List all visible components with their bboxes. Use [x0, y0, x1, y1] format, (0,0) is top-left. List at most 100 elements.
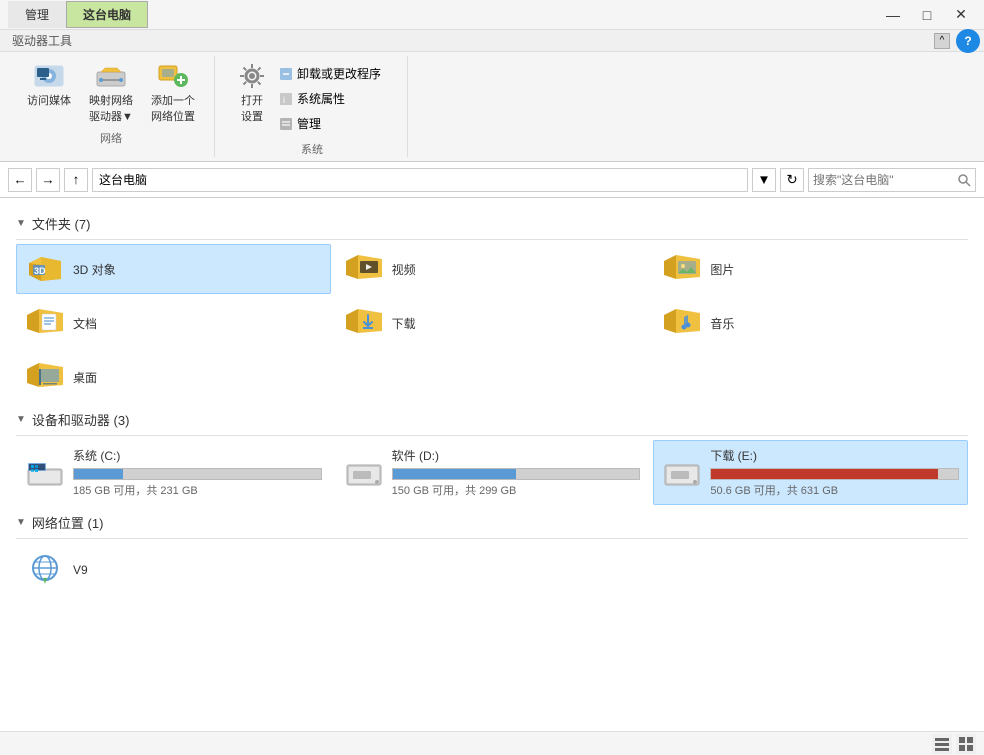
- open-settings-label: 打开设置: [241, 92, 263, 124]
- tab-manage[interactable]: 管理: [8, 1, 66, 28]
- folder-item-pictures[interactable]: 图片: [653, 244, 968, 294]
- address-input[interactable]: [92, 168, 748, 192]
- folder-name-3d: 3D 对象: [73, 261, 116, 278]
- system-group-content: 打开设置 卸载或更改程序 i 系统属性 管理: [229, 56, 395, 139]
- folders-divider: [16, 239, 968, 240]
- drive-size-e: 50.6 GB 可用，共 631 GB: [710, 482, 959, 498]
- address-dropdown-button[interactable]: ▼: [752, 168, 776, 192]
- folder-item-video[interactable]: 视频: [335, 244, 650, 294]
- drive-item-d[interactable]: 软件 (D:) 150 GB 可用，共 299 GB: [335, 440, 650, 505]
- uninstall-icon: [279, 67, 293, 81]
- media-icon: [33, 60, 65, 92]
- ribbon: 访问媒体 映射网络驱动器▼: [0, 52, 984, 162]
- system-group-label: 系统: [301, 141, 323, 157]
- drive-bar-c: [73, 468, 322, 480]
- system-right-buttons: 卸载或更改程序 i 系统属性 管理: [272, 62, 388, 135]
- drive-item-e[interactable]: 下载 (E:) 50.6 GB 可用，共 631 GB: [653, 440, 968, 505]
- network-header-label: 网络位置 (1): [32, 513, 104, 532]
- drives-arrow[interactable]: ▼: [16, 414, 26, 425]
- close-button[interactable]: ✕: [946, 5, 976, 25]
- drive-bar-e: [710, 468, 959, 480]
- svg-text:i: i: [283, 95, 285, 105]
- add-network-icon: [157, 60, 189, 92]
- drive-info-c: 系统 (C:) 185 GB 可用，共 231 GB: [73, 447, 322, 498]
- maximize-button[interactable]: □: [912, 5, 942, 25]
- ribbon-sub-label: 驱动器工具: [4, 32, 80, 49]
- network-group-label: 网络: [100, 130, 122, 146]
- network-arrow[interactable]: ▼: [16, 517, 26, 528]
- nav-up-button[interactable]: ↑: [64, 168, 88, 192]
- main-content: ▼ 文件夹 (7) 3D 3D 对象: [0, 198, 984, 731]
- content-area: ▼ 文件夹 (7) 3D 3D 对象: [0, 198, 984, 731]
- title-tabs: 管理 这台电脑: [8, 1, 148, 28]
- drive-info-e: 下载 (E:) 50.6 GB 可用，共 631 GB: [710, 447, 959, 498]
- folders-section-header: ▼ 文件夹 (7): [16, 214, 968, 233]
- folder-grid: 3D 3D 对象 视频: [16, 244, 968, 402]
- system-props-button[interactable]: i 系统属性: [272, 87, 388, 110]
- folder-icon-music: [662, 305, 702, 341]
- folder-icon-video: [344, 251, 384, 287]
- add-network-button[interactable]: 添加一个网络位置: [144, 56, 202, 128]
- manage-button[interactable]: 管理: [272, 112, 388, 135]
- drive-size-c: 185 GB 可用，共 231 GB: [73, 482, 322, 498]
- drive-bar-fill-d: [393, 469, 516, 479]
- detail-view-button[interactable]: [956, 734, 976, 754]
- manage-label: 管理: [297, 115, 321, 132]
- map-drive-button[interactable]: 映射网络驱动器▼: [82, 56, 140, 128]
- refresh-button[interactable]: ↻: [780, 168, 804, 192]
- drive-icon-e: [662, 457, 702, 489]
- network-divider: [16, 538, 968, 539]
- drive-bar-fill-c: [74, 469, 123, 479]
- drive-icon-c: [25, 457, 65, 489]
- ribbon-group-network: 访问媒体 映射网络驱动器▼: [8, 56, 215, 157]
- folder-icon-downloads: [344, 305, 384, 341]
- settings-icon: [236, 60, 268, 92]
- svg-text:3D: 3D: [34, 266, 46, 276]
- search-input[interactable]: [813, 173, 953, 187]
- status-bar: [0, 731, 984, 755]
- drive-bar-fill-e: [711, 469, 938, 479]
- folders-arrow[interactable]: ▼: [16, 218, 26, 229]
- drive-info-d: 软件 (D:) 150 GB 可用，共 299 GB: [392, 447, 641, 498]
- title-controls: — □ ✕: [878, 5, 976, 25]
- search-icon: [957, 173, 971, 187]
- folder-item-music[interactable]: 音乐: [653, 298, 968, 348]
- network-icon-v9: [25, 550, 65, 589]
- folder-icon-3d: 3D: [25, 251, 65, 287]
- folder-item-3d[interactable]: 3D 3D 对象: [16, 244, 331, 294]
- drive-item-c[interactable]: 系统 (C:) 185 GB 可用，共 231 GB: [16, 440, 331, 505]
- minimize-button[interactable]: —: [878, 5, 908, 25]
- list-view-icon: [934, 736, 950, 752]
- ribbon-top: 驱动器工具 ^ ?: [0, 30, 984, 52]
- list-view-button[interactable]: [932, 734, 952, 754]
- folder-item-downloads[interactable]: 下载: [335, 298, 650, 348]
- folder-name-downloads: 下载: [392, 315, 416, 332]
- folder-item-desktop[interactable]: 桌面: [16, 352, 331, 402]
- media-button[interactable]: 访问媒体: [20, 56, 78, 112]
- nav-forward-button[interactable]: →: [36, 168, 60, 192]
- system-props-label: 系统属性: [297, 90, 345, 107]
- drives-header-label: 设备和驱动器 (3): [32, 410, 130, 429]
- tab-this-pc[interactable]: 这台电脑: [66, 1, 148, 28]
- drive-icon-d: [344, 457, 384, 489]
- folder-icon-docs: [25, 305, 65, 341]
- ribbon-collapse-button[interactable]: ^: [934, 33, 950, 49]
- open-settings-button[interactable]: 打开设置 卸载或更改程序 i 系统属性 管理: [229, 56, 395, 139]
- uninstall-button[interactable]: 卸载或更改程序: [272, 62, 388, 85]
- drives-divider: [16, 435, 968, 436]
- folder-name-video: 视频: [392, 261, 416, 278]
- title-bar: 管理 这台电脑 — □ ✕: [0, 0, 984, 30]
- uninstall-label: 卸载或更改程序: [297, 65, 381, 82]
- network-section-header: ▼ 网络位置 (1): [16, 513, 968, 532]
- add-network-label: 添加一个网络位置: [151, 92, 195, 124]
- folder-item-docs[interactable]: 文档: [16, 298, 331, 348]
- folder-icon-desktop: [25, 359, 65, 395]
- network-group-content: 访问媒体 映射网络驱动器▼: [20, 56, 202, 128]
- help-button[interactable]: ?: [956, 29, 980, 53]
- manage-icon: [279, 117, 293, 131]
- network-item-v9[interactable]: V9: [16, 543, 196, 596]
- folder-name-docs: 文档: [73, 315, 97, 332]
- drive-name-c: 系统 (C:): [73, 447, 322, 464]
- nav-back-button[interactable]: ←: [8, 168, 32, 192]
- network-name-v9: V9: [73, 563, 88, 577]
